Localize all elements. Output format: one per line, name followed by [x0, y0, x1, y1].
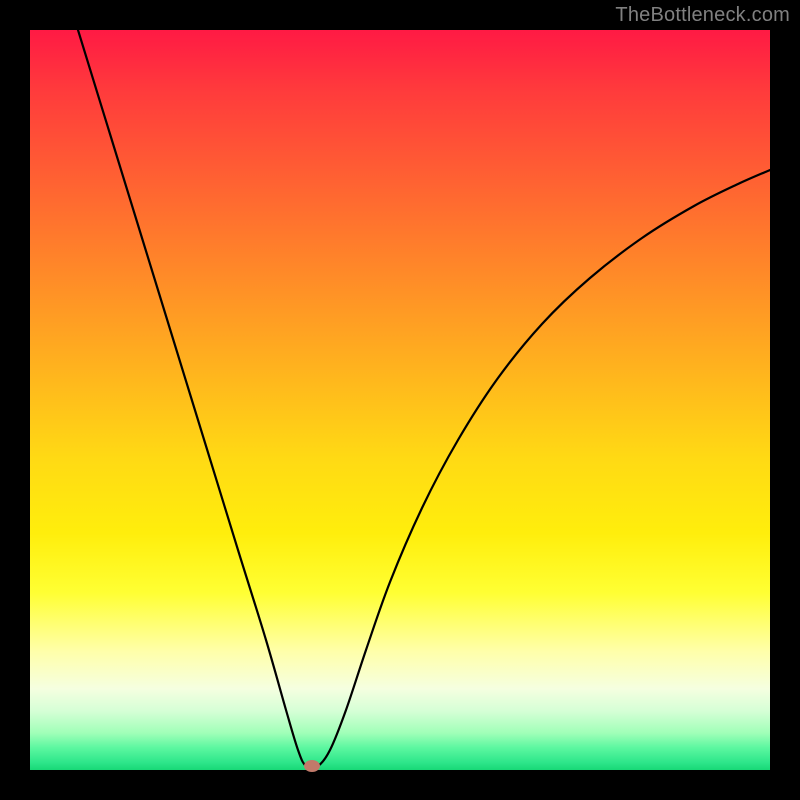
- chart-frame: TheBottleneck.com: [0, 0, 800, 800]
- plot-area: [30, 30, 770, 770]
- watermark-text: TheBottleneck.com: [615, 4, 790, 27]
- optimum-marker: [304, 760, 320, 772]
- gradient-background: [30, 30, 770, 770]
